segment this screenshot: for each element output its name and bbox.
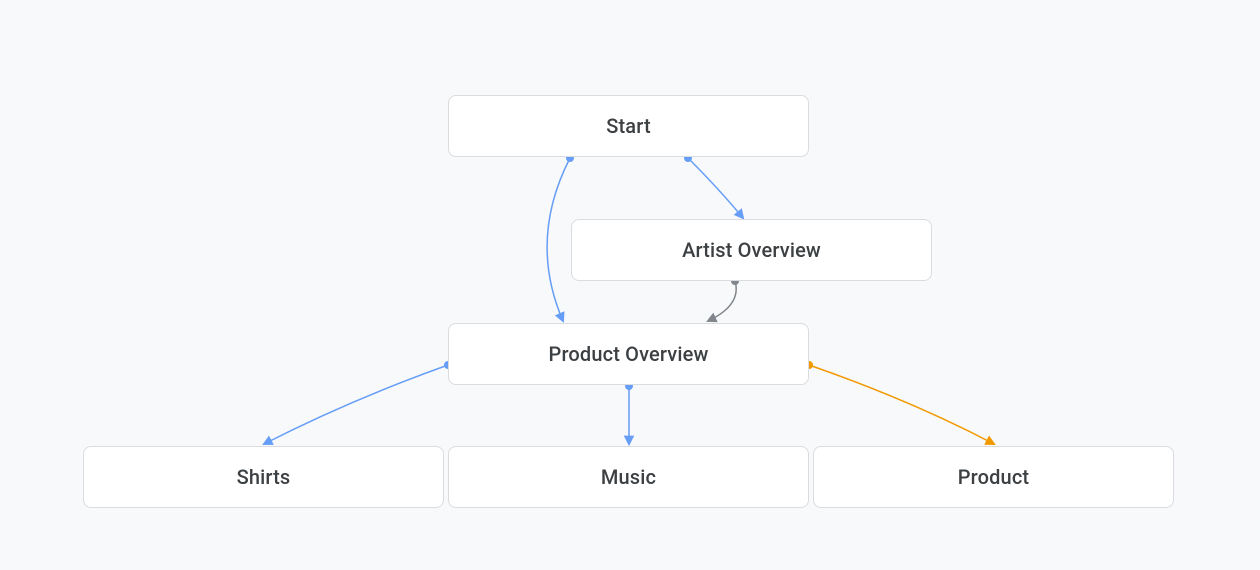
node-label: Artist Overview [682, 238, 821, 262]
node-product-overview[interactable]: Product Overview [448, 323, 809, 385]
node-label: Product [958, 465, 1029, 489]
node-label: Product Overview [549, 342, 709, 366]
node-label: Start [606, 114, 651, 138]
node-label: Shirts [237, 465, 291, 489]
node-artist-overview[interactable]: Artist Overview [571, 219, 932, 281]
node-start[interactable]: Start [448, 95, 809, 157]
node-music[interactable]: Music [448, 446, 809, 508]
node-product[interactable]: Product [813, 446, 1174, 508]
node-shirts[interactable]: Shirts [83, 446, 444, 508]
node-label: Music [601, 465, 656, 489]
